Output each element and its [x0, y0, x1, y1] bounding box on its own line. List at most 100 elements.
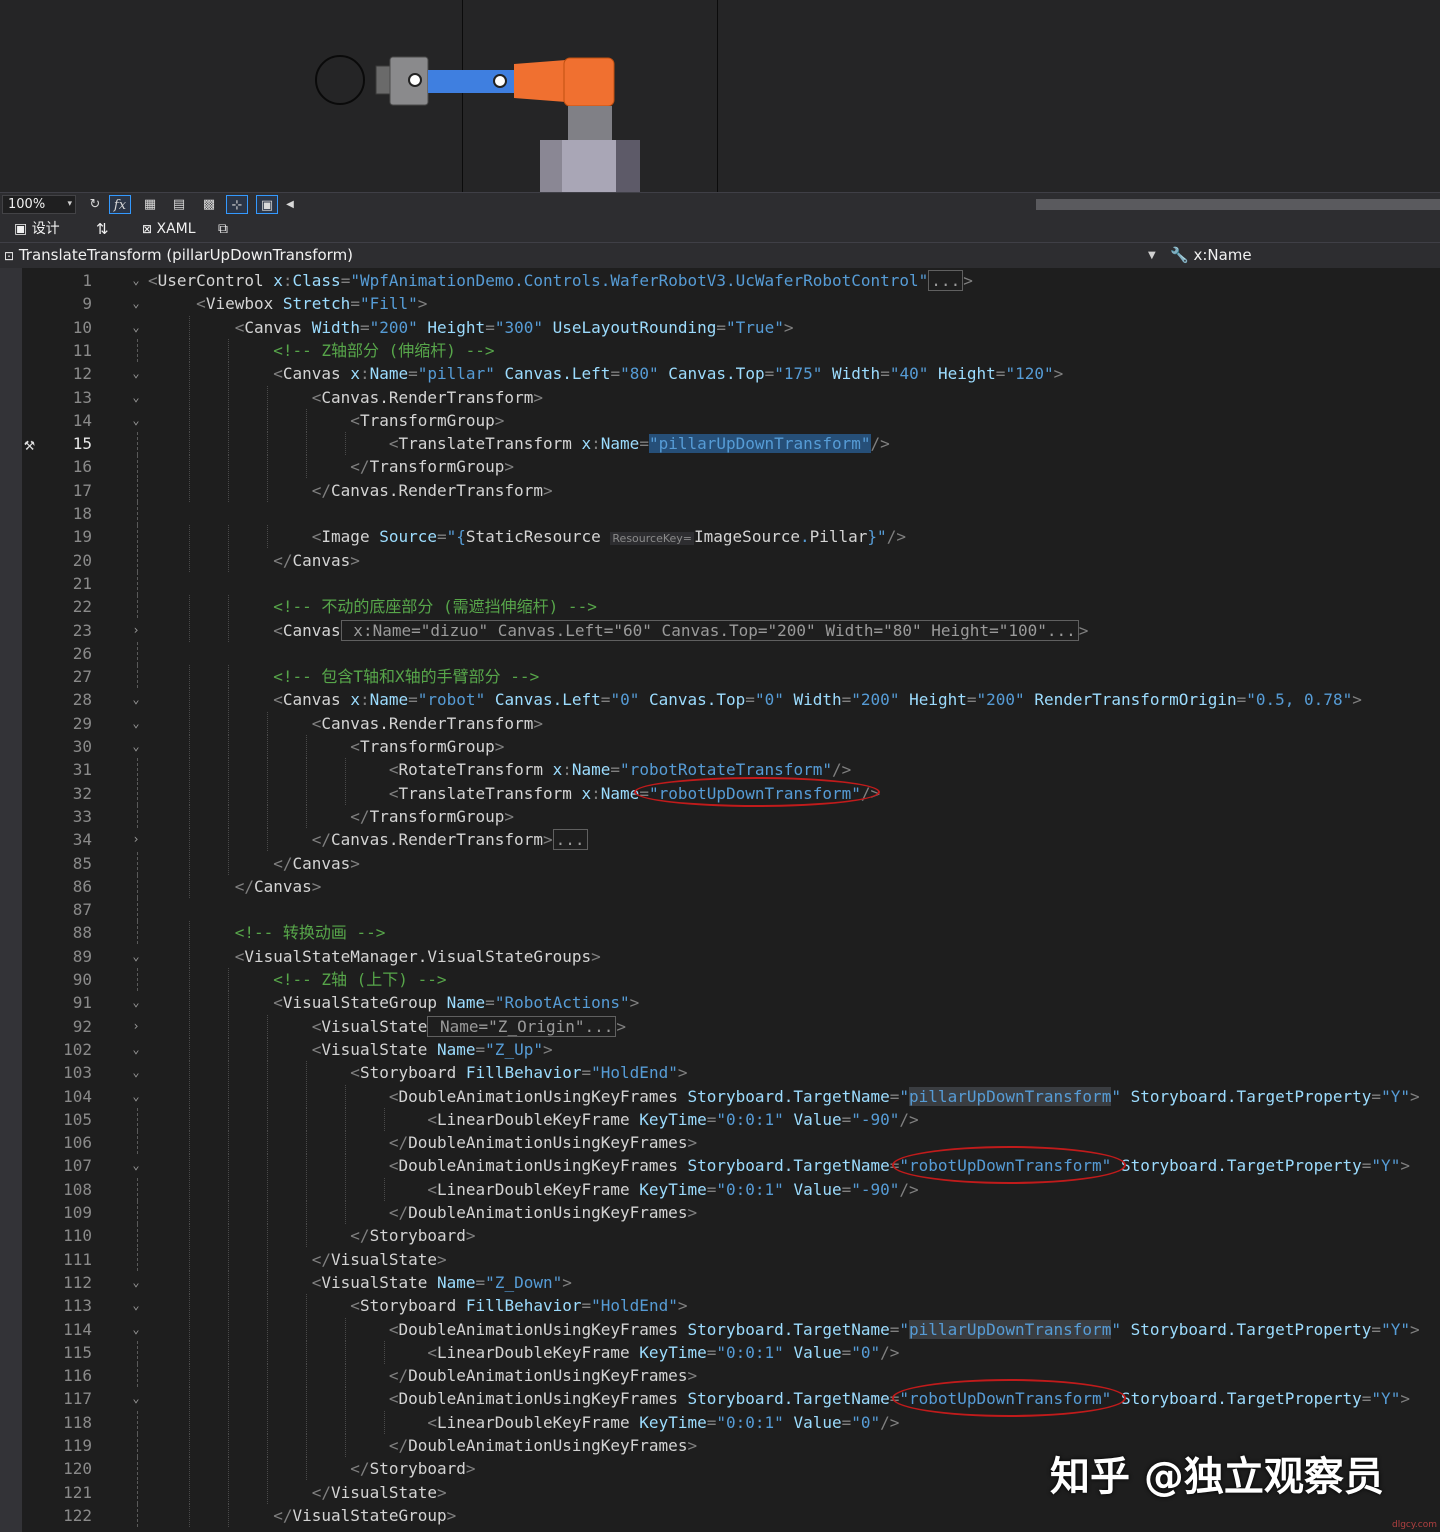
code-line[interactable]: 105 <LinearDoubleKeyFrame KeyTime="0:0:1… — [0, 1107, 1440, 1131]
code-text[interactable]: <VisualState Name="Z_Up"> — [148, 1038, 553, 1061]
artboard-icon[interactable]: ▩ — [198, 195, 220, 214]
scroll-left-icon[interactable]: ◀ — [282, 195, 298, 214]
code-text[interactable]: <VisualStateManager.VisualStateGroups> — [148, 945, 601, 968]
expand-toggle-icon[interactable]: › — [129, 1018, 143, 1035]
code-text[interactable]: </Canvas.RenderTransform>... — [148, 828, 588, 851]
code-text[interactable]: </DoubleAnimationUsingKeyFrames> — [148, 1434, 697, 1457]
collapse-toggle-icon[interactable]: ⌄ — [129, 412, 143, 429]
code-line[interactable]: 1 ⌄ <UserControl x:Class="WpfAnimationDemo… — [0, 269, 1440, 292]
code-line[interactable]: 122 </VisualStateGroup> — [0, 1503, 1440, 1527]
code-text[interactable]: <!-- 包含T轴和X轴的手臂部分 --> — [148, 665, 539, 688]
code-line[interactable]: 86 </Canvas> — [0, 874, 1440, 898]
code-line[interactable]: 109 </DoubleAnimationUsingKeyFrames> — [0, 1201, 1440, 1224]
code-line[interactable]: 16 </TransformGroup> — [0, 455, 1440, 479]
snap-lines-icon[interactable]: ⊹ — [226, 195, 248, 214]
chevron-down-icon[interactable]: ▼ — [1148, 246, 1156, 265]
code-text[interactable]: <Canvas.RenderTransform> — [148, 386, 543, 409]
code-line[interactable]: 85 </Canvas> — [0, 851, 1440, 875]
code-line[interactable]: 106 </DoubleAnimationUsingKeyFrames> — [0, 1131, 1440, 1155]
code-line[interactable]: 89 ⌄ <VisualStateManager.VisualStateGroup… — [0, 944, 1440, 968]
code-line[interactable]: 115 <LinearDoubleKeyFrame KeyTime="0:0:1… — [0, 1340, 1440, 1364]
code-text[interactable]: </VisualStateGroup> — [148, 1504, 456, 1527]
code-text[interactable]: <DoubleAnimationUsingKeyFrames Storyboar… — [148, 1085, 1420, 1108]
collapse-toggle-icon[interactable]: ⌄ — [129, 295, 143, 312]
code-text[interactable]: <Image Source="{StaticResource ResourceK… — [148, 525, 906, 550]
code-line[interactable]: 23 › <Canvas x:Name="dizuo" Canvas.Left="… — [0, 618, 1440, 642]
element-selector[interactable]: ⊡ TranslateTransform (pillarUpDownTransf… — [4, 246, 353, 266]
code-line[interactable]: 112 ⌄ <VisualState Name="Z_Down"> — [0, 1270, 1440, 1294]
code-line[interactable]: 102 ⌄ <VisualState Name="Z_Up"> — [0, 1037, 1440, 1061]
collapse-toggle-icon[interactable]: ⌄ — [129, 1041, 143, 1058]
expand-toggle-icon[interactable]: › — [129, 831, 143, 848]
code-line[interactable]: 19 <Image Source="{StaticResource Resour… — [0, 525, 1440, 550]
tab-design[interactable]: ▣ 设计 — [14, 219, 60, 239]
code-text[interactable]: <VisualState Name="Z_Origin"... > — [148, 1015, 626, 1038]
code-line[interactable]: 110 </Storyboard> — [0, 1224, 1440, 1248]
code-line[interactable]: 27 <!-- 包含T轴和X轴的手臂部分 --> — [0, 665, 1440, 689]
formula-icon[interactable]: fx — [109, 195, 131, 214]
code-line[interactable]: 21 — [0, 571, 1440, 595]
collapsed-region[interactable]: Name="Z_Origin"... — [427, 1015, 617, 1037]
code-line[interactable]: 17 </Canvas.RenderTransform> — [0, 478, 1440, 502]
code-text[interactable]: <DoubleAnimationUsingKeyFrames Storyboar… — [148, 1318, 1420, 1341]
designer-canvas[interactable] — [0, 0, 1440, 192]
code-text[interactable]: </TransformGroup> — [148, 455, 514, 478]
collapse-toggle-icon[interactable]: ⌄ — [129, 1297, 143, 1314]
swap-panes-icon[interactable]: ⇅ — [96, 219, 109, 239]
code-text[interactable]: <VisualStateGroup Name="RobotActions"> — [148, 991, 639, 1014]
code-text[interactable]: </DoubleAnimationUsingKeyFrames> — [148, 1201, 697, 1224]
code-text[interactable]: </TransformGroup> — [148, 805, 514, 828]
code-line[interactable]: 118 <LinearDoubleKeyFrame KeyTime="0:0:1… — [0, 1410, 1440, 1434]
code-line[interactable]: 114 ⌄ <DoubleAnimationUsingKeyFrames Stor… — [0, 1317, 1440, 1341]
code-text[interactable]: <TranslateTransform x:Name="pillarUpDown… — [148, 432, 890, 455]
code-line[interactable]: 11 <!-- Z轴部分 (伸缩杆) --> — [0, 338, 1440, 362]
code-line[interactable]: 88 <!-- 转换动画 --> — [0, 921, 1440, 945]
code-line[interactable]: 87 — [0, 898, 1440, 922]
code-line[interactable]: 113 ⌄ <Storyboard FillBehavior="HoldEnd"> — [0, 1294, 1440, 1318]
collapse-toggle-icon[interactable]: ⌄ — [129, 1064, 143, 1081]
code-text[interactable]: </Canvas> — [148, 875, 322, 898]
collapse-toggle-icon[interactable]: ⌄ — [129, 691, 143, 708]
code-text[interactable]: <Canvas x:Name="dizuo" Canvas.Left="60" … — [148, 619, 1088, 642]
code-text[interactable]: </VisualState> — [148, 1248, 447, 1271]
code-line[interactable]: 20 </Canvas> — [0, 548, 1440, 572]
code-line[interactable]: 103 ⌄ <Storyboard FillBehavior="HoldEnd"> — [0, 1061, 1440, 1085]
code-text[interactable]: <UserControl x:Class="WpfAnimationDemo.C… — [148, 269, 973, 292]
collapse-toggle-icon[interactable]: ⌄ — [129, 365, 143, 382]
code-text[interactable]: <!-- 不动的底座部分 (需遮挡伸缩杆) --> — [148, 595, 597, 618]
transparency-icon[interactable]: ▣ — [256, 195, 278, 214]
horizontal-scrollbar[interactable] — [1036, 199, 1440, 210]
collapse-toggle-icon[interactable]: ⌄ — [129, 948, 143, 965]
code-line[interactable]: 13 ⌄ <Canvas.RenderTransform> — [0, 385, 1440, 409]
code-line[interactable]: 12 ⌄ <Canvas x:Name="pillar" Canvas.Left=… — [0, 362, 1440, 386]
code-line[interactable]: 9 ⌄ <Viewbox Stretch="Fill"> — [0, 292, 1440, 315]
code-text[interactable]: <VisualState Name="Z_Down"> — [148, 1271, 572, 1294]
code-line[interactable]: 30 ⌄ <TransformGroup> — [0, 735, 1440, 758]
code-line[interactable]: 18 — [0, 502, 1440, 525]
collapse-toggle-icon[interactable]: ⌄ — [129, 319, 143, 336]
collapsed-region[interactable]: x:Name="dizuo" Canvas.Left="60" Canvas.T… — [340, 619, 1079, 641]
code-line[interactable]: 117 ⌄ <DoubleAnimationUsingKeyFrames Stor… — [0, 1387, 1440, 1411]
robot-arm-preview[interactable] — [0, 0, 1440, 192]
code-text[interactable]: <LinearDoubleKeyFrame KeyTime="0:0:1" Va… — [148, 1341, 899, 1364]
collapse-toggle-icon[interactable]: ⌄ — [129, 1274, 143, 1291]
collapsed-region[interactable]: ... — [928, 270, 964, 291]
code-line[interactable]: 29 ⌄ <Canvas.RenderTransform> — [0, 711, 1440, 735]
code-text[interactable]: </Storyboard> — [148, 1224, 475, 1247]
code-line[interactable]: 10 ⌄ <Canvas Width="200" Height="300" Use… — [0, 315, 1440, 339]
code-line[interactable]: 14 ⌄ <TransformGroup> — [0, 408, 1440, 432]
code-text[interactable]: <Storyboard FillBehavior="HoldEnd"> — [148, 1294, 687, 1317]
code-line[interactable]: 92 › <VisualState Name="Z_Origin"... > — [0, 1014, 1440, 1038]
code-text[interactable]: </VisualState> — [148, 1481, 447, 1504]
collapse-toggle-icon[interactable]: ⌄ — [129, 389, 143, 406]
code-text[interactable]: <DoubleAnimationUsingKeyFrames Storyboar… — [148, 1154, 1410, 1177]
collapse-toggle-icon[interactable]: ⌄ — [129, 1321, 143, 1338]
code-text[interactable]: <Canvas.RenderTransform> — [148, 712, 543, 735]
code-text[interactable]: <Storyboard FillBehavior="HoldEnd"> — [148, 1061, 687, 1084]
code-text[interactable]: <Canvas x:Name="robot" Canvas.Left="0" C… — [148, 688, 1362, 711]
zoom-select[interactable]: 100% ▾ — [2, 195, 76, 214]
code-line[interactable]: 26 — [0, 641, 1440, 665]
collapse-toggle-icon[interactable]: ⌄ — [129, 994, 143, 1011]
code-text[interactable]: <!-- Z轴 (上下) --> — [148, 968, 446, 991]
code-line[interactable]: 107 ⌄ <DoubleAnimationUsingKeyFrames Stor… — [0, 1154, 1440, 1178]
